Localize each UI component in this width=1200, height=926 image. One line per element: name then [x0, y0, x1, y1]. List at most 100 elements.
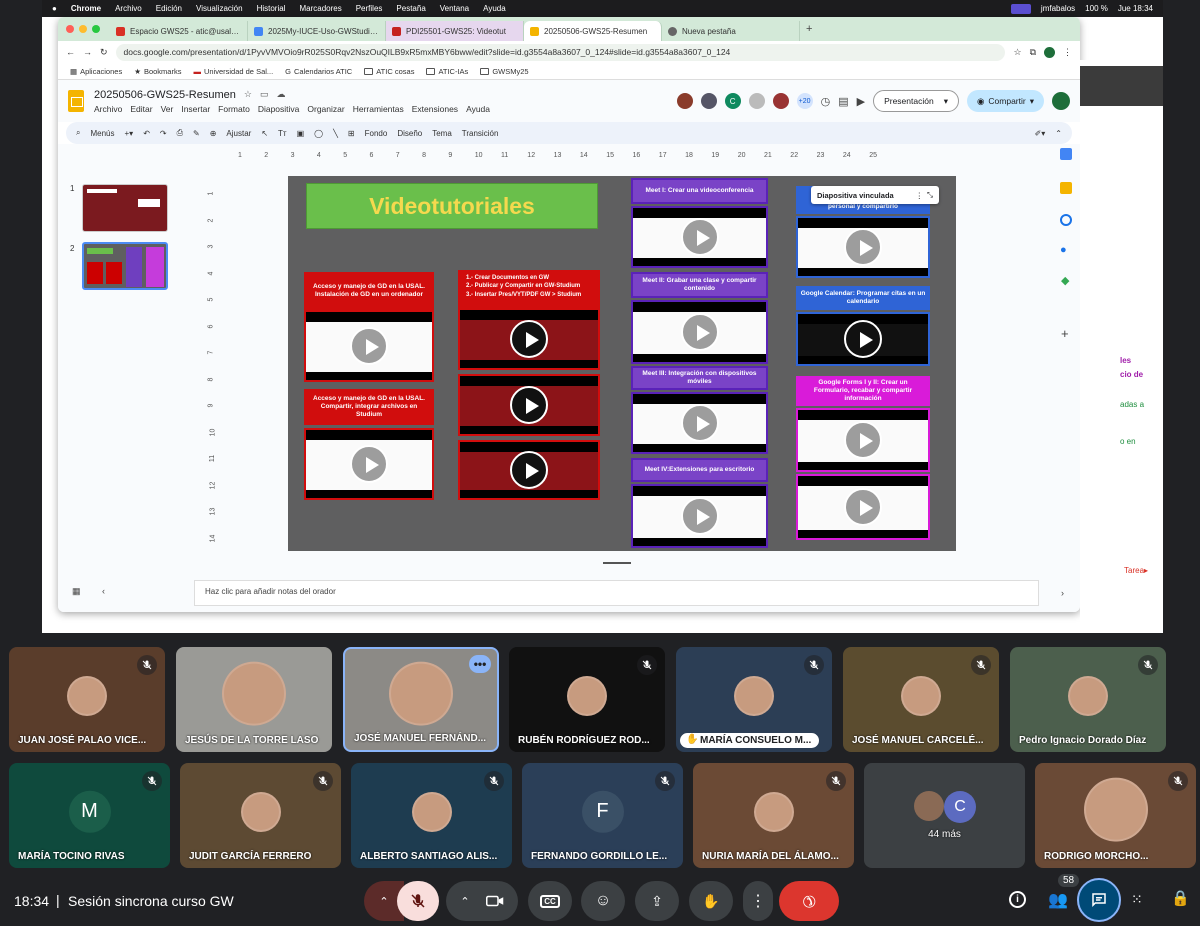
collaborator-avatar[interactable] — [700, 93, 717, 109]
meet-icon[interactable]: ▶ — [857, 95, 865, 108]
menu-ayuda[interactable]: Ayuda — [466, 104, 490, 114]
star-icon[interactable]: ☆ — [1013, 47, 1021, 58]
bookmark-apps[interactable]: ▦ Aplicaciones — [70, 67, 122, 76]
more-collaborators-badge[interactable]: +20 — [796, 93, 813, 109]
share-button[interactable]: ◉ Compartir ▾ — [966, 90, 1044, 112]
minimize-window-button[interactable] — [79, 25, 87, 33]
comment-icon[interactable]: ▤ — [838, 95, 848, 108]
comment-add-icon[interactable]: ⊞ — [348, 129, 355, 138]
bookmark-item[interactable]: G Calendarios ATIC — [285, 67, 352, 76]
contacts-icon[interactable]: ● — [1060, 244, 1067, 256]
reactions-button[interactable]: ☺ — [581, 881, 625, 921]
panel-resize-handle[interactable] — [603, 562, 631, 564]
camera-options-button[interactable]: ⌃ — [446, 881, 518, 921]
collaborator-avatar[interactable] — [772, 93, 789, 109]
text-box-icon[interactable]: Tт — [278, 129, 287, 138]
history-icon[interactable]: ◷ — [821, 95, 831, 108]
participant-tile[interactable]: NURIA MARÍA DEL ÁLAMO... — [693, 763, 854, 868]
video-embed[interactable] — [796, 312, 930, 366]
video-embed[interactable] — [458, 440, 600, 500]
tasks-icon[interactable] — [1060, 214, 1072, 226]
menu-herramientas[interactable]: Herramientas — [353, 104, 404, 114]
slide-thumbnail-2[interactable] — [82, 242, 168, 290]
close-window-button[interactable] — [66, 25, 74, 33]
back-icon[interactable]: ← — [66, 47, 75, 57]
participant-tile[interactable]: JOSÉ MANUEL CARCELÉ... — [843, 647, 999, 752]
video-embed[interactable] — [796, 474, 930, 540]
bookmark-item[interactable]: ★ Bookmarks — [134, 67, 181, 76]
video-embed[interactable] — [304, 310, 434, 382]
theme-button[interactable]: Tema — [432, 129, 452, 138]
participant-tile[interactable]: JUDIT GARCÍA FERRERO — [180, 763, 341, 868]
slide-thumbnail-1[interactable] — [82, 184, 168, 232]
zoom-icon[interactable]: ⊕ — [210, 129, 217, 138]
host-controls-icon[interactable]: 🔒 — [1171, 889, 1190, 907]
bookmark-folder[interactable]: ATIC-IAs — [426, 67, 468, 76]
mic-toggle-button[interactable] — [397, 881, 439, 921]
participant-tile[interactable]: JESÚS DE LA TORRE LASO — [176, 647, 332, 752]
present-button[interactable]: Presentación ▾ — [873, 90, 959, 112]
maps-icon[interactable]: ◆ — [1061, 274, 1069, 287]
bookmark-item[interactable]: ▬ Universidad de Sal... — [193, 67, 273, 76]
bookmark-folder[interactable]: GWSMy25 — [480, 67, 529, 76]
menu-editar[interactable]: Editar — [130, 104, 152, 114]
participant-tile[interactable]: C 44 más — [864, 763, 1025, 868]
menu-ver[interactable]: Ver — [161, 104, 174, 114]
play-icon[interactable] — [680, 497, 719, 535]
play-icon[interactable] — [680, 313, 719, 351]
line-icon[interactable]: ╲ — [333, 129, 338, 138]
transition-button[interactable]: Transición — [462, 129, 499, 138]
paint-format-icon[interactable]: ✎ — [193, 129, 200, 138]
play-icon[interactable] — [350, 445, 388, 483]
shape-icon[interactable]: ◯ — [314, 129, 323, 138]
star-icon[interactable]: ☆ — [244, 89, 252, 100]
participant-tile[interactable]: M MARÍA TOCINO RIVAS — [9, 763, 170, 868]
video-embed[interactable] — [631, 392, 768, 454]
slide-title-box[interactable]: Videotutoriales — [306, 183, 598, 229]
participant-tile[interactable]: F FERNANDO GORDILLO LE... — [522, 763, 683, 868]
slides-logo-icon[interactable] — [68, 90, 84, 112]
participant-tile[interactable]: ALBERTO SANTIAGO ALIS... — [351, 763, 512, 868]
pen-icon[interactable]: ✐▾ — [1035, 129, 1046, 138]
forward-icon[interactable]: → — [83, 47, 92, 57]
present-screen-button[interactable]: ⇪ — [635, 881, 679, 921]
menu-organizar[interactable]: Organizar — [307, 104, 344, 114]
new-tab-button[interactable]: + — [806, 23, 812, 35]
browser-tab[interactable]: 2025My-IUCE-Uso-GWStudium — [248, 21, 386, 41]
video-embed[interactable] — [458, 308, 600, 370]
participant-tile[interactable]: JUAN JOSÉ PALAO VICE... — [9, 647, 165, 752]
zoom-window-button[interactable] — [92, 25, 100, 33]
select-icon[interactable]: ↖ — [261, 129, 268, 138]
print-icon[interactable]: ⎙ — [177, 128, 183, 138]
background-button[interactable]: Fondo — [365, 129, 388, 138]
people-icon[interactable]: 👥 — [1048, 890, 1068, 910]
menu-diapositiva[interactable]: Diapositiva — [258, 104, 300, 114]
play-icon[interactable] — [844, 488, 882, 526]
participant-tile[interactable]: Pedro Ignacio Dorado Díaz — [1010, 647, 1166, 752]
video-embed[interactable] — [796, 408, 930, 472]
play-icon[interactable] — [680, 218, 719, 256]
play-icon[interactable] — [680, 404, 719, 442]
image-icon[interactable]: ▣ — [297, 129, 305, 138]
participant-tile[interactable]: RUBÉN RODRÍGUEZ ROD... — [509, 647, 665, 752]
menu-archivo[interactable]: Archivo — [94, 104, 122, 114]
participant-tile[interactable]: ✋ MARÍA CONSUELO M... — [676, 647, 832, 752]
video-embed[interactable] — [631, 300, 768, 364]
more-icon[interactable]: ⋮ — [916, 191, 924, 200]
play-icon[interactable] — [844, 228, 882, 266]
video-embed[interactable] — [458, 374, 600, 436]
participant-tile[interactable]: ••• JOSÉ MANUEL FERNÁND... — [343, 647, 499, 752]
video-embed[interactable] — [631, 484, 768, 548]
search-icon[interactable]: ⌕ — [76, 128, 80, 138]
collaborator-avatar[interactable] — [748, 93, 765, 109]
profile-avatar[interactable] — [1044, 46, 1055, 58]
menu-formato[interactable]: Formato — [218, 104, 250, 114]
tile-options-icon[interactable]: ••• — [469, 655, 491, 673]
video-embed[interactable] — [631, 206, 768, 268]
leave-call-button[interactable]: ✆ — [779, 881, 839, 921]
move-folder-icon[interactable]: ▭ — [260, 89, 269, 100]
grid-view-icon[interactable]: ▦ — [72, 586, 81, 597]
raise-hand-button[interactable]: ✋ — [689, 881, 733, 921]
video-embed[interactable] — [304, 428, 434, 500]
play-icon[interactable] — [510, 386, 548, 424]
